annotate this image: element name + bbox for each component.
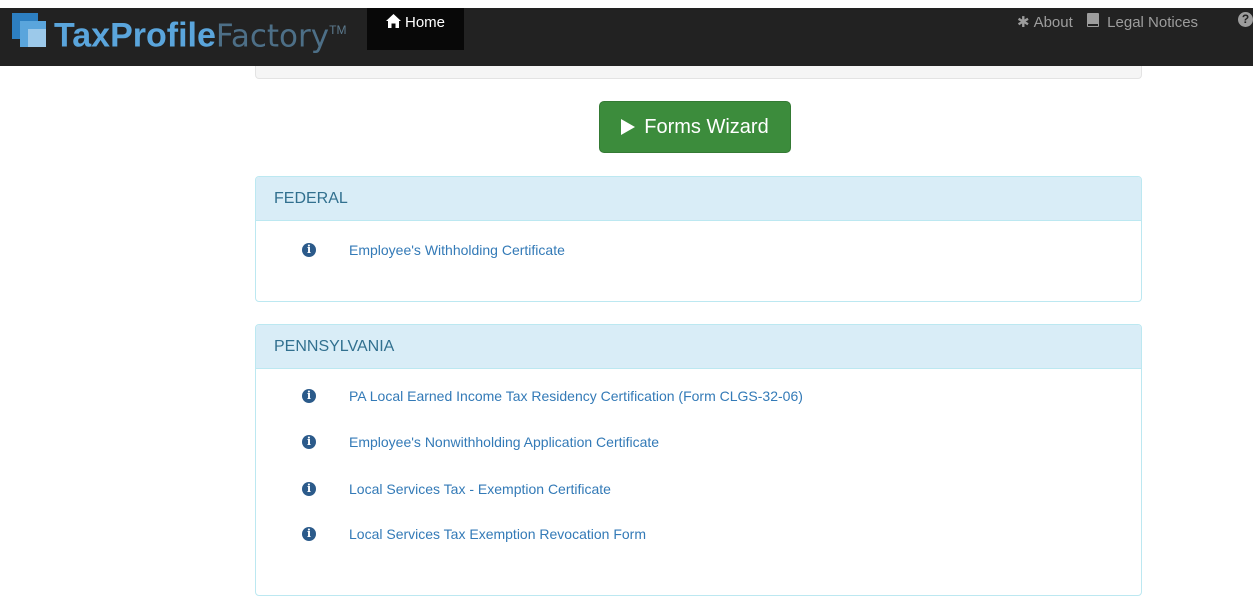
form-link-lst-exemption-certificate[interactable]: Local Services Tax - Exemption Certifica… — [349, 481, 611, 497]
play-icon — [621, 119, 636, 135]
brand-name-light: Factory — [215, 18, 330, 55]
top-well — [255, 66, 1142, 79]
forms-wizard-button[interactable]: Forms Wizard — [599, 101, 791, 153]
panel-pennsylvania-heading: PENNSYLVANIA — [256, 325, 1141, 369]
info-circle-icon[interactable]: i — [302, 527, 316, 541]
top-navbar: TaxProfileFactoryTM Home ✱ About Legal No… — [0, 8, 1253, 66]
book-icon — [1087, 13, 1103, 31]
info-circle-icon[interactable]: i — [302, 435, 316, 449]
form-row: i Local Services Tax - Exemption Certifi… — [302, 479, 611, 499]
brand-name-bold: TaxProfile — [54, 16, 216, 55]
form-link-nonwithholding-application[interactable]: Employee's Nonwithholding Application Ce… — [349, 434, 659, 450]
form-row: i Employee's Withholding Certificate — [302, 240, 565, 260]
form-row: i Employee's Nonwithholding Application … — [302, 432, 659, 452]
info-circle-icon[interactable]: i — [302, 482, 316, 496]
nav-legal-label: Legal Notices — [1107, 14, 1199, 31]
asterisk-icon: ✱ — [1017, 14, 1030, 31]
brand-logo[interactable]: TaxProfileFactoryTM — [0, 8, 346, 58]
info-circle-icon[interactable]: i — [302, 243, 316, 257]
forms-wizard-label: Forms Wizard — [644, 115, 769, 138]
home-icon — [385, 14, 401, 32]
nav-about-label: About — [1033, 14, 1073, 31]
panel-pennsylvania: PENNSYLVANIA i PA Local Earned Income Ta… — [255, 324, 1142, 596]
nav-home-label: Home — [404, 14, 445, 31]
panel-federal-heading: FEDERAL — [256, 177, 1141, 221]
info-circle-icon[interactable]: i — [302, 389, 316, 403]
question-circle-icon[interactable]: ? — [1238, 12, 1253, 27]
nav-about-link[interactable]: ✱ About — [1017, 13, 1073, 31]
brand-trademark: TM — [329, 22, 347, 37]
form-row: i PA Local Earned Income Tax Residency C… — [302, 386, 803, 406]
nav-legal-link[interactable]: Legal Notices — [1087, 13, 1198, 31]
logo-mark-icon — [4, 9, 54, 57]
form-row: i Local Services Tax Exemption Revocatio… — [302, 524, 646, 544]
nav-home-link[interactable]: Home — [367, 8, 464, 50]
form-link-lst-exemption-revocation[interactable]: Local Services Tax Exemption Revocation … — [349, 526, 646, 542]
form-link-employees-withholding-certificate[interactable]: Employee's Withholding Certificate — [349, 242, 565, 258]
form-link-pa-local-eit-residency[interactable]: PA Local Earned Income Tax Residency Cer… — [349, 388, 803, 404]
panel-federal: FEDERAL i Employee's Withholding Certifi… — [255, 176, 1142, 302]
brand-name: TaxProfileFactoryTM — [54, 5, 346, 61]
